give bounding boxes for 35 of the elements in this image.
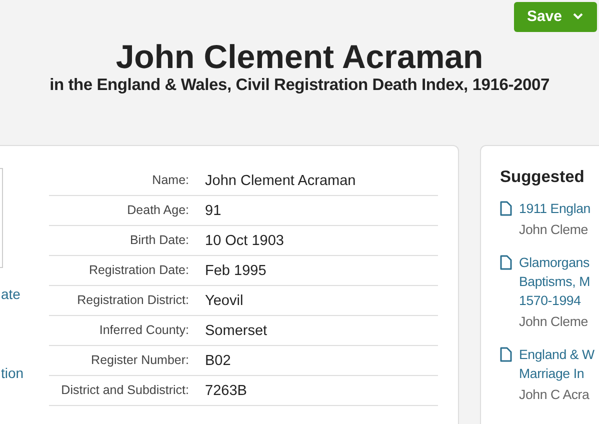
field-label: Register Number:	[90, 352, 189, 369]
field-value: Yeovil	[204, 292, 244, 308]
side-link[interactable]: tion	[1, 365, 24, 381]
field-label: Death Age:	[126, 202, 189, 219]
suggested-person-name: John C Acra	[519, 386, 590, 404]
document-icon	[500, 255, 512, 270]
field-label: District and Subdistrict:	[60, 382, 189, 399]
suggested-record-link[interactable]: Glamorgans	[519, 253, 590, 272]
field-value: B02	[204, 352, 231, 368]
collection-subtitle: in the England & Wales, Civil Registration Death Index, 1916-2007	[48, 76, 550, 95]
record-title: John Clement Acraman	[114, 38, 484, 76]
field-value: 91	[204, 202, 222, 218]
field-label: Registration District:	[76, 292, 189, 309]
suggested-person-name: John Cleme	[519, 221, 589, 239]
suggested-record-link[interactable]: England & W	[519, 345, 594, 364]
field-value: John Clement Acraman	[204, 172, 356, 188]
field-value: Feb 1995	[204, 262, 266, 278]
save-button[interactable]: Save	[514, 2, 597, 32]
field-value: 10 Oct 1903	[204, 232, 284, 248]
suggested-record-link[interactable]: Marriage In	[519, 364, 594, 383]
field-label: Name:	[151, 172, 189, 189]
suggested-record-link[interactable]: 1911 Englan	[519, 199, 590, 218]
field-label: Registration Date:	[88, 262, 189, 279]
suggested-record-link[interactable]: Baptisms, M	[519, 272, 590, 291]
suggested-record-link[interactable]: 1570-1994	[519, 291, 590, 310]
document-icon	[500, 201, 512, 216]
side-link[interactable]: ate	[1, 286, 20, 302]
chevron-down-icon	[573, 13, 583, 20]
field-label: Birth Date:	[128, 232, 189, 249]
suggested-person-name: John Cleme	[519, 313, 589, 331]
field-label: Inferred County:	[98, 322, 189, 339]
field-value: Somerset	[204, 322, 268, 338]
document-icon	[500, 347, 512, 362]
field-value: 7263B	[204, 382, 247, 398]
suggested-title: Suggested	[500, 168, 586, 187]
